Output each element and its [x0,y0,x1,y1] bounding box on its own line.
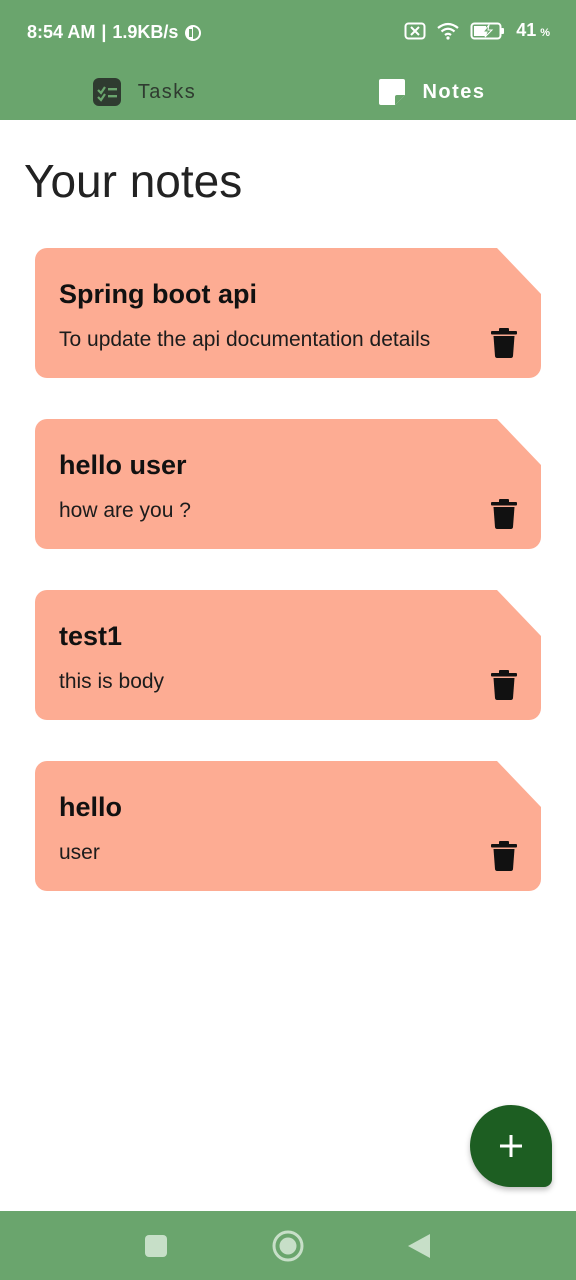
note-body: To update the api documentation details [59,328,431,351]
tab-notes-label: Notes [422,80,486,103]
status-left: 8:54 AM | 1.9KB/s [27,22,202,43]
tab-tasks[interactable]: Tasks [0,64,288,120]
note-body: this is body [59,670,165,693]
delete-trash-icon[interactable] [491,841,517,871]
note-title: test1 [59,621,123,651]
note-card[interactable]: Spring boot api To update the api docume… [35,248,541,378]
note-icon [379,79,406,105]
recents-square-icon[interactable] [144,1234,168,1258]
status-time: 8:54 AM [27,22,96,42]
page-title: Your notes [24,155,243,207]
battery-unit: % [540,26,550,39]
tab-tasks-label: Tasks [137,80,197,103]
delete-trash-icon[interactable] [491,328,517,358]
battery-percent: 41 [516,20,537,40]
note-body: user [59,841,100,864]
delete-trash-icon[interactable] [491,670,517,700]
plus-icon [500,1135,522,1157]
notes-list: Spring boot api To update the api docume… [35,248,541,932]
screen: 8:54 AM | 1.9KB/s 41 % Tasks Notes Your … [0,0,576,1280]
note-title: hello [59,792,123,822]
add-note-button[interactable] [470,1105,552,1187]
tab-notes[interactable]: Notes [288,64,576,120]
note-title: hello user [59,450,187,480]
status-bar: 8:54 AM | 1.9KB/s 41 % [0,0,576,64]
note-card[interactable]: test1 this is body [35,590,541,720]
delete-trash-icon[interactable] [491,499,517,529]
home-circle-icon[interactable] [271,1229,305,1263]
checklist-icon [92,78,121,106]
note-title: Spring boot api [59,279,257,309]
sim-off-icon [404,22,426,39]
note-card[interactable]: hello user [35,761,541,891]
battery-charging-icon [470,22,505,39]
note-body: how are you ? [59,499,191,522]
status-speed: 1.9KB/s [112,22,179,42]
app-notification-icon [185,24,202,41]
system-nav-bar [0,1211,576,1280]
status-right: 41 % [404,20,550,41]
back-triangle-icon[interactable] [406,1232,432,1260]
top-app-bar: 8:54 AM | 1.9KB/s 41 % Tasks Notes [0,0,576,120]
tab-bar: Tasks Notes [0,64,576,120]
wifi-icon [437,22,459,40]
status-separator: | [101,22,107,42]
note-card[interactable]: hello user how are you ? [35,419,541,549]
